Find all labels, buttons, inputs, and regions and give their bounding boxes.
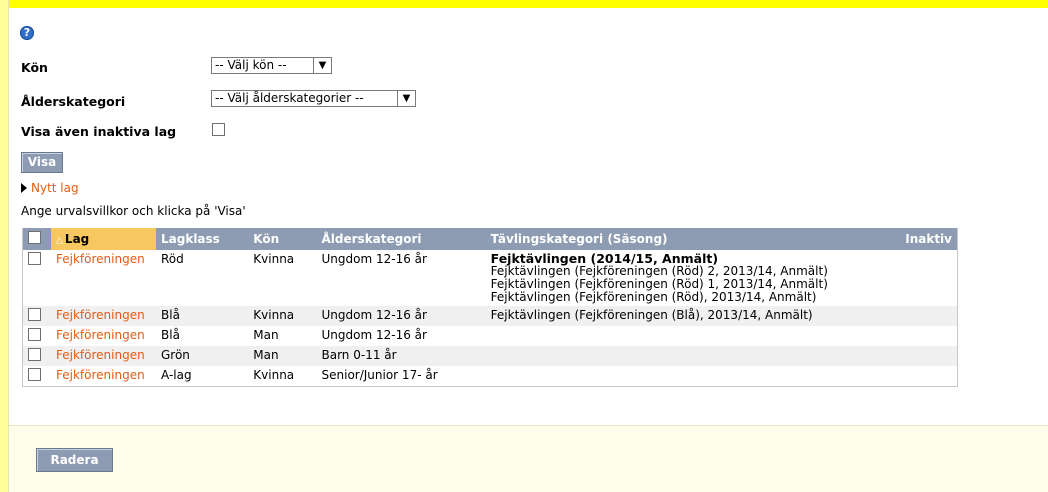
competition-entry: Fejktävlingen (Fejkföreningen (Blå), 201… — [490, 308, 813, 322]
team-cell: Fejkföreningen — [51, 366, 156, 387]
column-header-lag-label: Lag — [64, 232, 90, 246]
chevron-down-icon: ▼ — [313, 58, 331, 73]
team-class-cell: Blå — [156, 326, 249, 346]
teams-table: △ Lag Lagklass Kön Ålderskategori Tävling… — [22, 228, 958, 387]
competition-entry: Fejktävlingen (Fejkföreningen (Röd), 201… — [490, 290, 817, 304]
column-header-tavlingskategori[interactable]: Tävlingskategori (Säsong) — [485, 228, 881, 250]
age-category-cell: Barn 0-11 år — [316, 346, 486, 366]
team-link[interactable]: Fejkföreningen — [56, 252, 145, 266]
age-category-cell: Senior/Junior 17- år — [316, 366, 486, 387]
row-select-cell — [22, 346, 51, 366]
row-select-cell — [22, 326, 51, 346]
chevron-down-icon: ▼ — [397, 91, 415, 106]
row-checkbox[interactable] — [28, 328, 41, 341]
team-link[interactable]: Fejkföreningen — [56, 308, 145, 322]
team-cell: Fejkföreningen — [51, 250, 156, 306]
table-header-row: △ Lag Lagklass Kön Ålderskategori Tävling… — [22, 228, 958, 250]
left-accent-bar — [0, 0, 9, 492]
gender-select[interactable]: -- Välj kön -- ▼ — [211, 57, 332, 74]
team-class-cell: Röd — [156, 250, 249, 306]
table-row: Fejkföreningen Grön Man Barn 0-11 år — [22, 346, 958, 366]
column-header-lag[interactable]: △ Lag — [51, 228, 156, 250]
column-header-kon[interactable]: Kön — [248, 228, 317, 250]
age-category-cell: Ungdom 12-16 år — [316, 250, 486, 306]
competition-cell — [485, 366, 881, 387]
column-header-inaktiv[interactable]: Inaktiv — [880, 228, 958, 250]
select-all-cell — [22, 228, 51, 250]
show-inactive-checkbox[interactable] — [212, 123, 225, 136]
triangle-right-icon — [21, 183, 27, 193]
show-button[interactable]: Visa — [21, 152, 63, 173]
delete-button[interactable]: Radera — [36, 448, 113, 472]
select-all-checkbox[interactable] — [28, 231, 41, 244]
team-link[interactable]: Fejkföreningen — [56, 328, 145, 342]
help-icon[interactable]: ? — [20, 26, 34, 40]
age-category-select-value: -- Välj ålderskategorier -- — [215, 91, 364, 105]
row-select-cell — [22, 250, 51, 306]
inactive-cell — [880, 366, 958, 387]
gender-cell: Kvinna — [248, 306, 317, 326]
instruction-text: Ange urvalsvillkor och klicka på 'Visa' — [21, 204, 246, 218]
row-checkbox[interactable] — [28, 368, 41, 381]
table-row: Fejkföreningen A-lag Kvinna Senior/Junio… — [22, 366, 958, 387]
top-accent-bar — [0, 0, 1048, 8]
footer-band — [9, 425, 1048, 492]
inactive-cell — [880, 306, 958, 326]
team-link[interactable]: Fejkföreningen — [56, 368, 145, 382]
gender-label: Kön — [21, 60, 48, 75]
sort-ascending-icon: △ — [56, 236, 63, 246]
inactive-cell — [880, 250, 958, 306]
team-class-cell: Blå — [156, 306, 249, 326]
column-header-lagklass[interactable]: Lagklass — [156, 228, 249, 250]
team-cell: Fejkföreningen — [51, 306, 156, 326]
table-row: Fejkföreningen Röd Kvinna Ungdom 12-16 å… — [22, 250, 958, 306]
gender-cell: Kvinna — [248, 366, 317, 387]
age-category-cell: Ungdom 12-16 år — [316, 326, 486, 346]
team-link[interactable]: Fejkföreningen — [56, 348, 145, 362]
row-checkbox[interactable] — [28, 308, 41, 321]
new-team-label: Nytt lag — [31, 181, 79, 195]
new-team-link[interactable]: Nytt lag — [21, 181, 79, 195]
gender-cell: Man — [248, 326, 317, 346]
age-category-select[interactable]: -- Välj ålderskategorier -- ▼ — [211, 90, 416, 107]
gender-select-value: -- Välj kön -- — [215, 58, 287, 72]
team-class-cell: Grön — [156, 346, 249, 366]
team-cell: Fejkföreningen — [51, 326, 156, 346]
age-category-label: Ålderskategori — [21, 94, 126, 109]
competition-cell: Fejktävlingen (2014/15, Anmält) Fejktävl… — [485, 250, 881, 306]
inactive-cell — [880, 346, 958, 366]
age-category-cell: Ungdom 12-16 år — [316, 306, 486, 326]
team-class-cell: A-lag — [156, 366, 249, 387]
row-select-cell — [22, 366, 51, 387]
table-row: Fejkföreningen Blå Kvinna Ungdom 12-16 å… — [22, 306, 958, 326]
row-checkbox[interactable] — [28, 348, 41, 361]
competition-cell — [485, 346, 881, 366]
show-inactive-label: Visa även inaktiva lag — [21, 124, 177, 139]
gender-cell: Man — [248, 346, 317, 366]
gender-cell: Kvinna — [248, 250, 317, 306]
competition-cell: Fejktävlingen (Fejkföreningen (Blå), 201… — [485, 306, 881, 326]
row-select-cell — [22, 306, 51, 326]
inactive-cell — [880, 326, 958, 346]
row-checkbox[interactable] — [28, 252, 41, 265]
column-header-alderskategori[interactable]: Ålderskategori — [316, 228, 486, 250]
competition-cell — [485, 326, 881, 346]
team-cell: Fejkföreningen — [51, 346, 156, 366]
table-row: Fejkföreningen Blå Man Ungdom 12-16 år — [22, 326, 958, 346]
